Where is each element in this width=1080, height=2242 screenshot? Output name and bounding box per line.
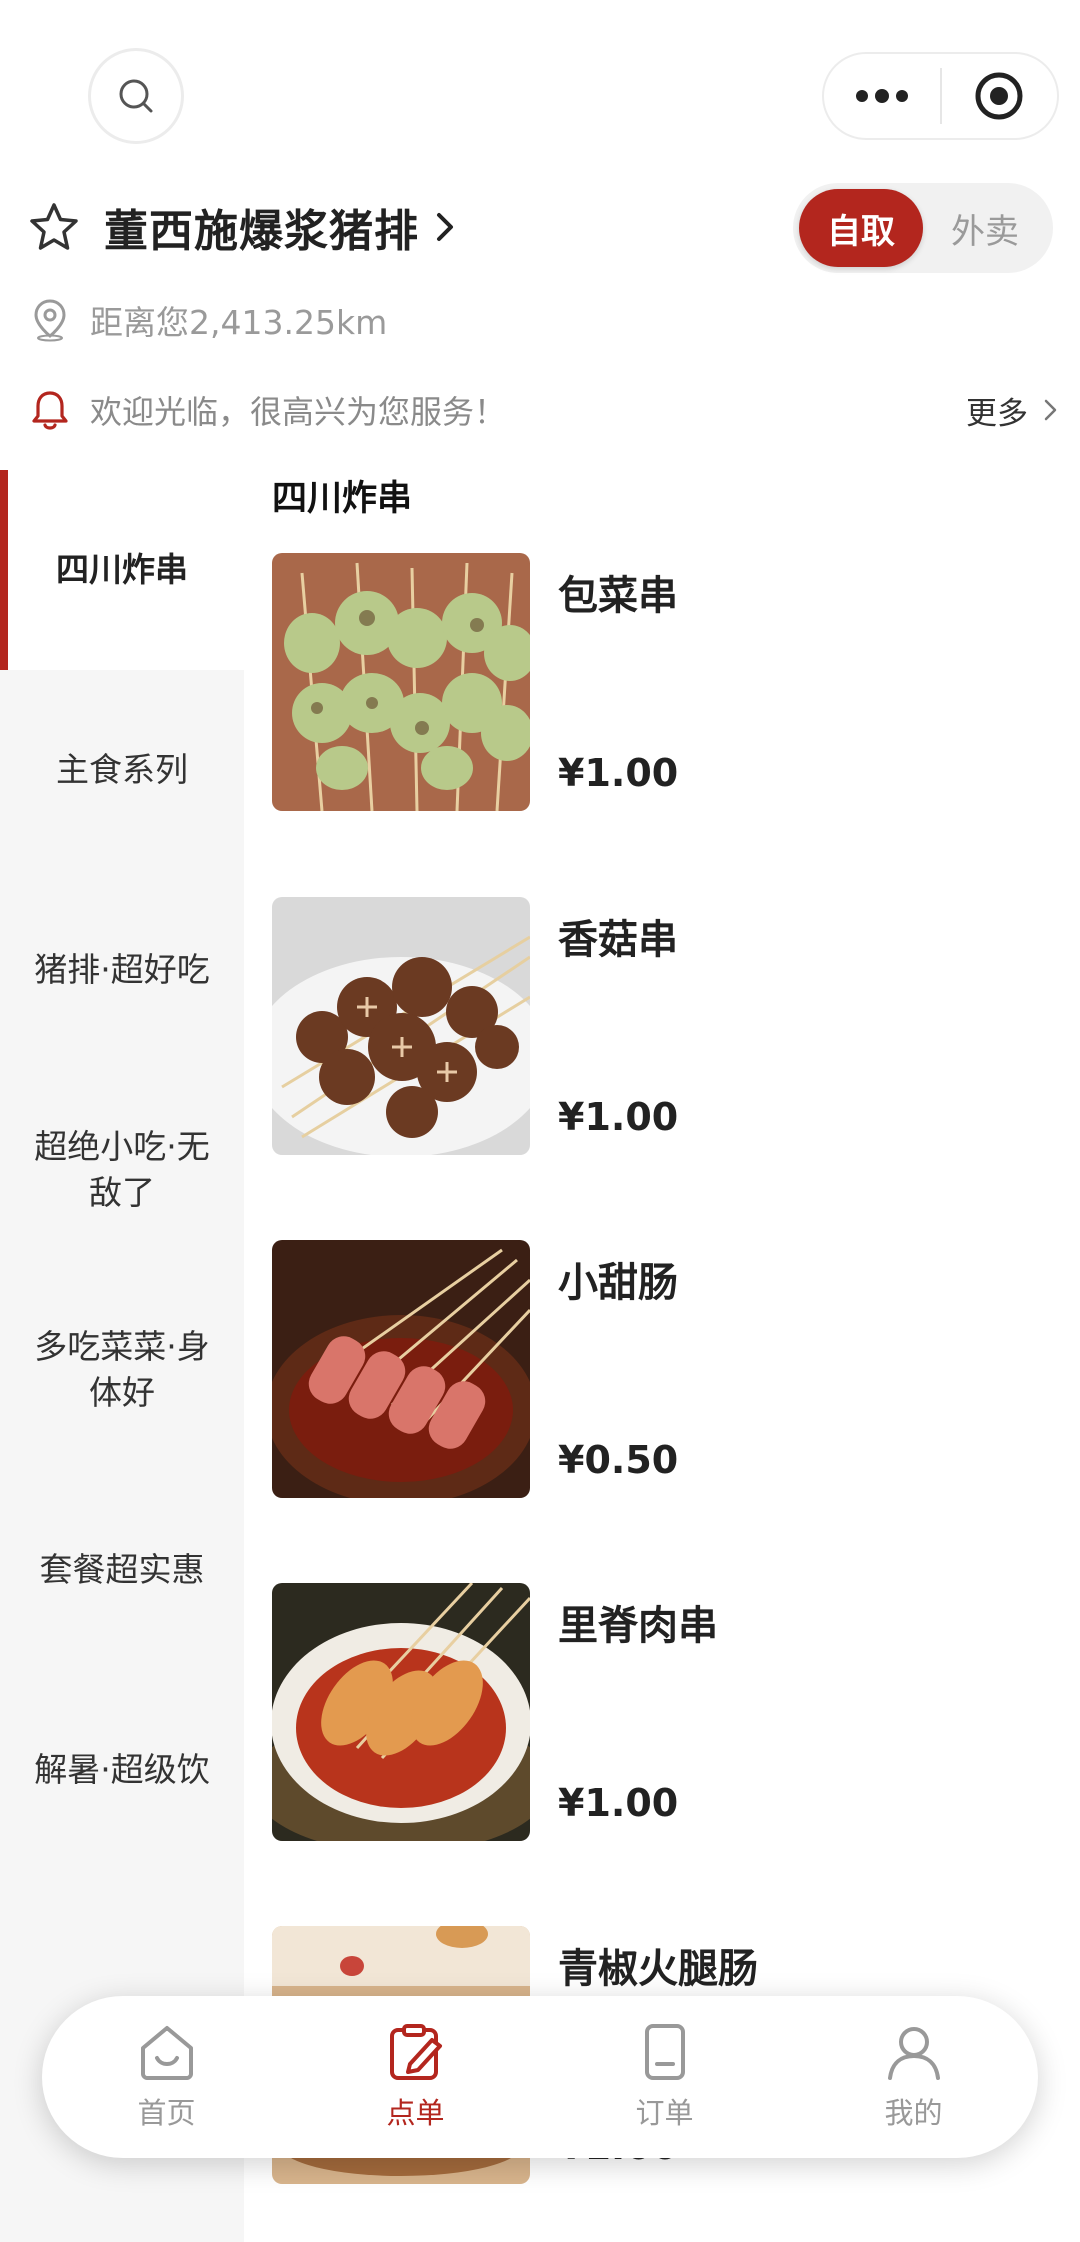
- bell-icon: [32, 391, 68, 430]
- target-icon: [975, 72, 1023, 120]
- product-item[interactable]: 包菜串 ¥1.00: [272, 553, 1062, 811]
- orders-icon: [644, 2024, 685, 2080]
- sidebar-item-sichuan-skewers[interactable]: 四川炸串: [0, 470, 244, 670]
- product-name: 小甜肠: [558, 1260, 678, 1306]
- sidebar-item-snacks[interactable]: 超绝小吃·无敌了: [0, 1070, 244, 1270]
- tab-profile[interactable]: 我的: [789, 1996, 1038, 2158]
- sidebar-item-combo[interactable]: 套餐超实惠: [0, 1470, 244, 1670]
- chevron-right-icon: [437, 213, 453, 241]
- more-dots-icon: [855, 89, 908, 103]
- notice-bar: 欢迎光临，很高兴为您服务！ 更多: [30, 382, 1060, 438]
- product-name: 里脊肉串: [558, 1603, 718, 1649]
- more-button[interactable]: 更多: [966, 388, 1060, 433]
- tab-order[interactable]: 点单: [291, 1996, 540, 2158]
- product-price: ¥0.50: [558, 1438, 679, 1482]
- sidebar-item-drinks[interactable]: 解暑·超级饮: [0, 1670, 244, 1870]
- location-pin-icon: [34, 299, 66, 342]
- product-item[interactable]: 香菇串 ¥1.00: [272, 897, 1062, 1155]
- chevron-right-icon: [1044, 399, 1057, 421]
- pickup-option[interactable]: 自取: [799, 189, 923, 267]
- search-icon: [119, 79, 153, 113]
- favorite-star-icon[interactable]: [28, 201, 80, 253]
- store-name: 董西施爆浆猪排: [104, 206, 419, 257]
- sidebar-item-vegetables[interactable]: 多吃菜菜·身体好: [0, 1270, 244, 1470]
- tab-orders[interactable]: 订单: [540, 1996, 789, 2158]
- more-label: 更多: [966, 395, 1028, 432]
- product-name: 包菜串: [558, 573, 678, 619]
- bottom-tab-bar: 首页 点单 订单 我的: [42, 1996, 1038, 2158]
- product-name: 香菇串: [558, 917, 678, 963]
- product-name: 青椒火腿肠: [558, 1946, 758, 1992]
- distance-info: 距离您2,413.25km: [32, 292, 387, 348]
- product-price: ¥1.00: [558, 751, 679, 795]
- store-header[interactable]: 董西施爆浆猪排: [28, 195, 461, 259]
- miniprogram-capsule: [822, 52, 1059, 140]
- tab-label: 点单: [386, 2096, 445, 2130]
- order-menu-icon: [389, 2024, 442, 2080]
- product-price: ¥1.00: [558, 1095, 679, 1139]
- product-image-mushroom-skewer[interactable]: [272, 897, 530, 1155]
- close-miniprogram-button[interactable]: [942, 54, 1058, 138]
- product-image-sweet-sausage[interactable]: [272, 1240, 530, 1498]
- product-image-cabbage-skewer[interactable]: [272, 553, 530, 811]
- delivery-option[interactable]: 外卖: [923, 189, 1047, 267]
- tab-label: 订单: [635, 2096, 694, 2130]
- tab-label: 我的: [884, 2096, 943, 2130]
- sidebar-item-pork-chop[interactable]: 猪排·超好吃: [0, 870, 244, 1070]
- order-mode-toggle: 自取 外卖: [793, 183, 1053, 273]
- notice-text: 欢迎光临，很高兴为您服务！: [90, 393, 507, 431]
- sidebar-item-staples[interactable]: 主食系列: [0, 670, 244, 870]
- tab-label: 首页: [137, 2096, 196, 2130]
- tab-home[interactable]: 首页: [42, 1996, 291, 2158]
- section-title: 四川炸串: [272, 479, 413, 519]
- product-item[interactable]: 小甜肠 ¥0.50: [272, 1240, 1062, 1498]
- search-button[interactable]: [88, 48, 184, 144]
- distance-text: 距离您2,413.25km: [90, 303, 388, 342]
- home-icon: [140, 2026, 193, 2080]
- product-price: ¥1.00: [558, 1781, 679, 1825]
- product-item[interactable]: 里脊肉串 ¥1.00: [272, 1583, 1062, 1841]
- profile-icon: [887, 2027, 940, 2080]
- more-options-button[interactable]: [824, 54, 940, 138]
- category-sidebar: 四川炸串 主食系列 猪排·超好吃 超绝小吃·无敌了 多吃菜菜·身体好 套餐超实惠…: [0, 470, 244, 2242]
- product-image-pork-tenderloin[interactable]: [272, 1583, 530, 1841]
